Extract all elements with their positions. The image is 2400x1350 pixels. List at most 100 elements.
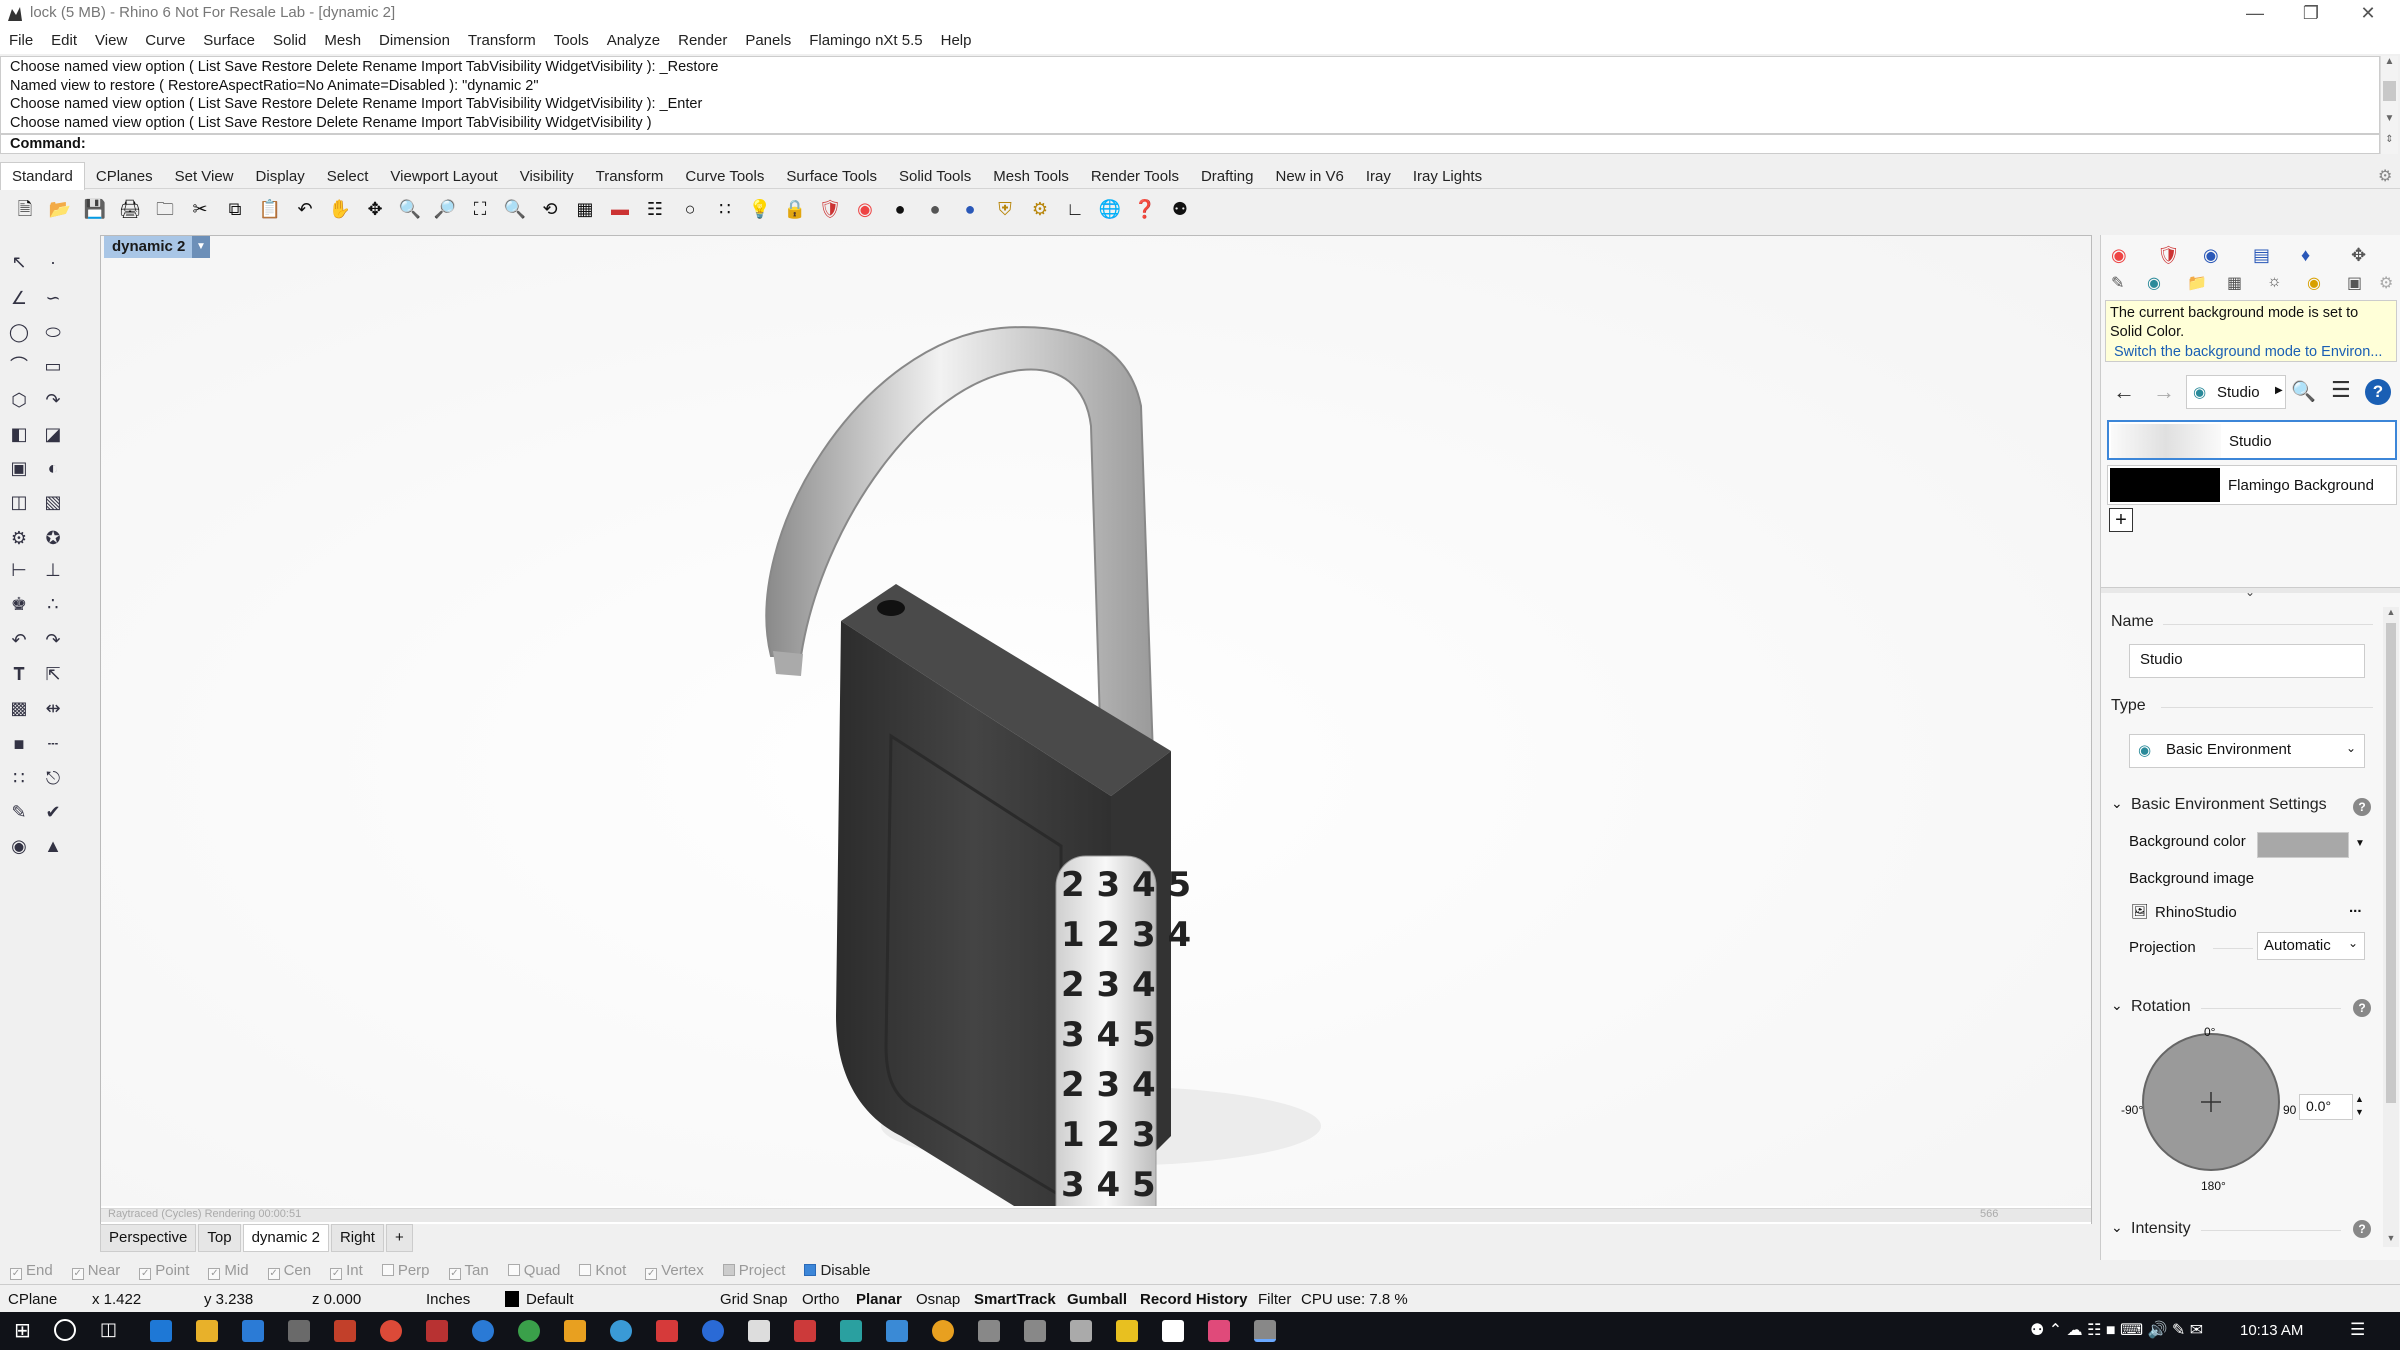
blend-icon[interactable]: ↶ [4,626,34,654]
checkbox-icon[interactable] [722,1264,735,1276]
gumball-toggle[interactable]: Gumball [1067,1291,1127,1308]
fillet-curve-icon[interactable]: ↷ [38,386,68,414]
add-environment-button[interactable]: + [2109,508,2133,532]
tab-surface-tools[interactable]: Surface Tools [775,163,888,190]
units-label[interactable]: Inches [426,1291,470,1308]
tab-top[interactable]: Top [198,1224,241,1252]
search-icon[interactable]: 🔍 [2291,379,2316,404]
app-icon[interactable] [656,1320,678,1342]
circle-icon[interactable]: ◯ [4,318,34,346]
surface-edit-icon[interactable]: ◪ [38,420,68,448]
checkbox-icon[interactable]: ✓ [208,1268,221,1280]
grid-icon[interactable]: ☷ [640,194,670,224]
tab-solid-tools[interactable]: Solid Tools [888,163,982,190]
system-tray-icons[interactable]: ⚉ ⌃ ☁ ☷ ■ ⌨ 🔊 ✎ ✉ [2030,1320,2203,1340]
select-arrow-icon[interactable]: ↖ [4,248,34,276]
tab-standard[interactable]: Standard [0,162,85,190]
file-explorer-icon[interactable] [196,1320,218,1342]
intensity-title[interactable]: Intensity [2131,1220,2191,1238]
bg-image-value[interactable]: RhinoStudio [2155,904,2237,921]
render-sphere-icon[interactable]: ● [920,194,950,224]
app-icon[interactable] [426,1320,448,1342]
mesh-icon[interactable]: ▧ [38,488,68,516]
clock[interactable]: 10:13 AM [2240,1322,2303,1339]
osnap-vertex[interactable]: ✓ Vertex [635,1260,704,1282]
menu-curve[interactable]: Curve [136,28,194,54]
menu-tools[interactable]: Tools [545,28,598,54]
pencil-icon[interactable]: ▲ [38,832,68,860]
switch-background-link[interactable]: Switch the background mode to Environ... [2106,342,2396,362]
ground-plane-icon[interactable]: ◉ [2307,273,2321,293]
forward-arrow-icon[interactable]: → [2153,379,2175,405]
notes-icon[interactable]: ✎ [4,798,34,826]
help-icon[interactable]: ❓ [1130,194,1160,224]
scroll-up-icon[interactable]: ▲ [2381,56,2398,67]
ortho-toggle[interactable]: Ortho [802,1291,840,1308]
rhino-icon[interactable] [978,1320,1000,1342]
viewport-dynamic-2[interactable]: 2 3 4 5 1 2 3 4 2 3 4 3 4 5 2 3 4 1 2 3 … [100,235,2092,1267]
menu-help[interactable]: Help [932,28,981,54]
bucket-icon[interactable]: ♚ [4,590,34,618]
rotation-input[interactable]: 0.0° [2299,1094,2353,1120]
print-icon[interactable]: 🖨 [115,194,145,224]
polygon-icon[interactable]: ⬡ [4,386,34,414]
cplane-label[interactable]: CPlane [8,1291,57,1308]
osnap-tan[interactable]: ✓ Tan [439,1260,489,1282]
osnap-mid[interactable]: ✓ Mid [198,1260,249,1282]
export-icon[interactable]: 🗀 [150,194,180,224]
arc-icon[interactable]: ⌒ [4,352,34,380]
menu-mesh[interactable]: Mesh [315,28,370,54]
osnap-end[interactable]: ✓ End [0,1260,53,1282]
tab-iray[interactable]: Iray [1355,163,1402,190]
filter-icon[interactable]: ⛨ [990,194,1020,224]
named-views-icon[interactable]: ✥ [2351,245,2366,266]
zoom-icon[interactable]: 🔍 [395,194,425,224]
mail-icon[interactable] [288,1320,310,1342]
tab-curve-tools[interactable]: Curve Tools [674,163,775,190]
app-icon[interactable] [518,1320,540,1342]
back-arrow-icon[interactable]: ← [2113,379,2135,405]
gears-icon[interactable]: ⚙ [4,524,34,552]
save-icon[interactable]: 💾 [80,194,110,224]
curve-icon[interactable]: ∽ [38,284,68,312]
menu-edit[interactable]: Edit [42,28,86,54]
tab-viewport-layout[interactable]: Viewport Layout [379,163,508,190]
windows-start-icon[interactable]: ⊞ [14,1321,34,1341]
points-icon[interactable]: ∷ [710,194,740,224]
osnap-cen[interactable]: ✓ Cen [258,1260,311,1282]
shield-icon[interactable]: 🛡 [2157,245,2180,266]
menu-analyze[interactable]: Analyze [598,28,669,54]
checkbox-icon[interactable]: ✓ [448,1268,461,1280]
filter-toggle[interactable]: Filter [1258,1291,1291,1308]
rhino-icon[interactable] [1024,1320,1046,1342]
viewport-menu-icon[interactable]: ▼ [192,236,210,258]
chrome-icon[interactable] [380,1320,402,1342]
osnap-perp[interactable]: Perp [372,1260,430,1282]
bg-color-swatch[interactable] [2257,832,2349,858]
app-icon[interactable] [334,1320,356,1342]
tab-transform[interactable]: Transform [585,163,675,190]
settings-gears-icon[interactable]: ⚙ [1025,194,1055,224]
rotate-view-icon[interactable]: ✥ [360,194,390,224]
menu-surface[interactable]: Surface [194,28,264,54]
command-prompt[interactable]: Command: [0,134,2380,154]
record-history-toggle[interactable]: Record History [1140,1291,1248,1308]
tab-mesh-tools[interactable]: Mesh Tools [982,163,1080,190]
app-icon[interactable] [794,1320,816,1342]
chevron-down-icon[interactable]: ⌄ [2111,795,2123,812]
shield-icon[interactable]: 🛡 [815,194,845,224]
edge-icon[interactable] [150,1320,172,1342]
layer-label[interactable]: Default [526,1291,574,1308]
osnap-disable[interactable]: Disable [794,1260,871,1282]
array-icon[interactable]: ▩ [4,694,34,722]
points-grid-icon[interactable]: ∷ [4,764,34,792]
grid-snap-toggle[interactable]: Grid Snap [720,1291,788,1308]
scale-icon[interactable]: ⇱ [38,660,68,688]
menu-icon[interactable]: ☰ [2331,377,2351,403]
app-icon[interactable] [702,1320,724,1342]
settings-title[interactable]: Basic Environment Settings [2131,796,2327,814]
car-icon[interactable]: ▬ [605,194,635,224]
menu-panels[interactable]: Panels [736,28,800,54]
app-icon[interactable] [1070,1320,1092,1342]
dimension-icon[interactable]: ∟ [1060,194,1090,224]
